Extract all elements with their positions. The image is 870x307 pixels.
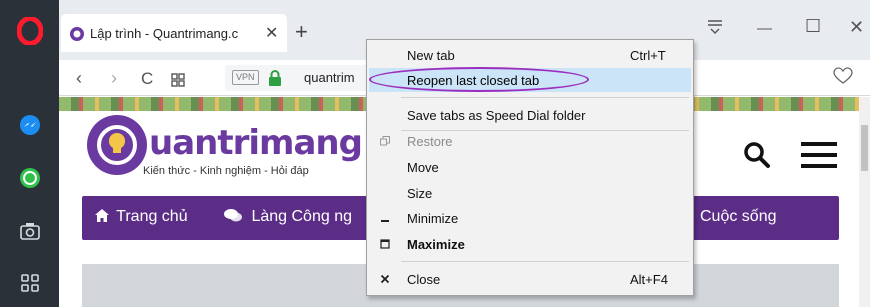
menu-item-label: New tab — [407, 48, 455, 63]
apps-grid-icon[interactable] — [14, 268, 46, 298]
nav-tech[interactable]: Làng Công ng — [223, 208, 352, 228]
menu-item-size[interactable]: Size — [369, 181, 691, 205]
maximize-icon — [377, 236, 393, 252]
menu-separator — [401, 97, 689, 98]
site-favicon-icon — [69, 26, 85, 42]
menu-item-label: Save tabs as Speed Dial folder — [407, 108, 586, 123]
tab-context-menu: New tab Ctrl+T Reopen last closed tab Sa… — [366, 39, 694, 296]
menu-item-label: Minimize — [407, 211, 459, 226]
menu-item-save-speed-dial[interactable]: Save tabs as Speed Dial folder — [369, 103, 691, 127]
logo-wordmark: uantrimang — [149, 123, 363, 163]
minimize-icon — [377, 210, 393, 226]
forward-button[interactable]: › — [111, 68, 117, 89]
nav-life[interactable]: Cuộc sống — [700, 208, 777, 226]
close-window-button[interactable]: ✕ — [849, 17, 864, 38]
nav-tech-label: Làng Công ng — [251, 208, 352, 225]
menu-item-minimize[interactable]: Minimize — [369, 206, 691, 230]
menu-separator — [401, 261, 689, 262]
nav-home[interactable]: Trang chủ — [94, 208, 188, 228]
logo-tagline: Kiến thức - Kinh nghiệm - Hỏi đáp — [143, 165, 309, 177]
tab-title: Lập trình - Quantrimang.c — [90, 26, 239, 41]
nav-home-label: Trang chủ — [116, 208, 188, 225]
restore-icon — [377, 133, 393, 149]
menu-item-label: Close — [407, 272, 441, 287]
menu-item-new-tab[interactable]: New tab Ctrl+T — [369, 43, 691, 67]
back-button[interactable]: ‹ — [76, 68, 82, 89]
browser-tab[interactable]: Lập trình - Quantrimang.c ✕ — [61, 14, 287, 52]
hamburger-menu-icon[interactable] — [801, 142, 837, 168]
menu-item-restore[interactable]: Restore — [369, 129, 691, 153]
url-text: quantrim — [304, 70, 355, 85]
menu-item-label: Move — [407, 160, 439, 175]
menu-item-move[interactable]: Move — [369, 155, 691, 179]
menu-item-shortcut: Alt+F4 — [630, 272, 668, 287]
minimize-window-button[interactable]: — — [757, 20, 772, 37]
bookmark-heart-icon[interactable] — [833, 67, 855, 87]
tab-close-icon[interactable]: ✕ — [265, 23, 278, 43]
vpn-badge[interactable]: VPN — [232, 70, 259, 85]
nav-life-label: Cuộc sống — [700, 208, 777, 225]
opera-sidebar — [0, 0, 59, 307]
scrollbar-thumb[interactable] — [861, 125, 868, 171]
close-icon — [377, 271, 393, 287]
messenger-icon[interactable] — [14, 110, 46, 140]
menu-item-close[interactable]: Close Alt+F4 — [369, 267, 691, 291]
menu-item-maximize[interactable]: Maximize — [369, 232, 691, 256]
maximize-window-button[interactable]: ☐ — [805, 16, 821, 37]
whatsapp-icon[interactable] — [14, 163, 46, 193]
site-logo[interactable]: uantrimang Kiến thức - Kinh nghiệm - Hỏi… — [87, 115, 377, 185]
menu-item-shortcut: Ctrl+T — [630, 48, 666, 63]
camera-icon[interactable] — [14, 216, 46, 246]
home-icon — [94, 208, 112, 228]
chat-icon — [223, 208, 247, 228]
lock-icon[interactable] — [268, 70, 282, 86]
menu-item-label: Size — [407, 186, 433, 201]
site-search-icon[interactable] — [742, 140, 772, 170]
new-tab-button[interactable]: + — [295, 21, 308, 43]
speed-dial-icon[interactable] — [171, 71, 185, 92]
page-scrollbar[interactable] — [859, 97, 870, 307]
menu-item-label: Maximize — [407, 237, 465, 252]
logo-bulb-icon — [87, 115, 147, 175]
tab-menu-icon[interactable] — [707, 18, 723, 37]
opera-logo-icon[interactable] — [16, 16, 44, 46]
menu-item-label: Restore — [407, 134, 453, 149]
reload-button[interactable]: C — [141, 69, 153, 89]
annotation-highlight-oval — [369, 67, 589, 92]
